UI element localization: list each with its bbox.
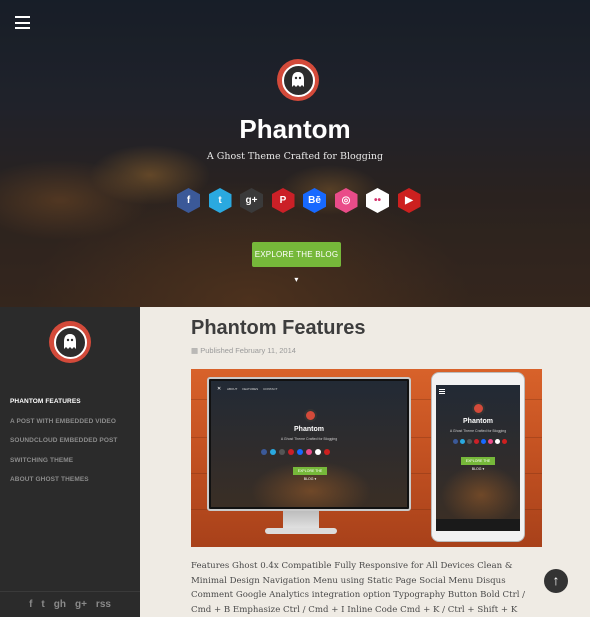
scroll-to-top-icon[interactable]: ↑ [544, 569, 568, 593]
phone-mockup: Phantom A Ghost Theme Crafted for Bloggi… [431, 372, 525, 542]
sidebar-social-links: f t gh g+ rss [0, 591, 140, 617]
facebook-icon[interactable]: f [177, 188, 200, 213]
main-content: Phantom Features ▦ Published February 11… [140, 307, 590, 617]
sidebar-nav: PHANTOM FEATURES A POST WITH EMBEDDED VI… [10, 398, 118, 496]
phone-social [453, 439, 507, 444]
sidebar-item-embedded-video[interactable]: A POST WITH EMBEDDED VIDEO [10, 418, 118, 438]
calendar-icon: ▦ [191, 346, 199, 355]
sidebar-item-soundcloud[interactable]: SOUNDCLOUD EMBEDDED POST [10, 437, 118, 457]
desktop-mockup: ✕ ABOUT FEATURES CONTACT Phantom A Ghost… [207, 377, 411, 511]
social-links: f t g+ P Bē ◎ •• ▶ [177, 188, 421, 213]
site-title: Phantom [239, 114, 351, 144]
google-plus-icon[interactable]: g+ [240, 188, 263, 213]
phone-title: Phantom [463, 418, 493, 425]
post-feature-image: ✕ ABOUT FEATURES CONTACT Phantom A Ghost… [191, 369, 542, 547]
flickr-icon[interactable]: •• [366, 188, 389, 213]
github-icon[interactable]: gh [54, 599, 66, 610]
sidebar-item-switching-theme[interactable]: SWITCHING THEME [10, 457, 118, 477]
sidebar-item-phantom-features[interactable]: PHANTOM FEATURES [10, 398, 118, 418]
explore-blog-button[interactable]: EXPLORE THE BLOG ▾ [252, 242, 341, 284]
mockup-social [261, 449, 330, 455]
monitor-base [265, 528, 337, 534]
close-icon: ✕ [217, 386, 222, 392]
post-date: ▦ Published February 11, 2014 [191, 346, 296, 355]
pinterest-icon[interactable]: P [271, 188, 295, 213]
phone-subtitle: A Ghost Theme Crafted for Blogging [449, 429, 507, 433]
twitter-icon[interactable]: t [208, 188, 232, 213]
phone-logo-icon [472, 402, 485, 415]
sidebar-item-about-ghost[interactable]: ABOUT GHOST THEMES [10, 476, 118, 496]
post-title[interactable]: Phantom Features [191, 317, 365, 340]
dribbble-icon[interactable]: ◎ [334, 188, 358, 213]
mockup-title: Phantom [294, 426, 324, 433]
mockup-subtitle: A Ghost Theme Crafted for Blogging [280, 437, 338, 441]
mockup-nav-about: ABOUT [227, 387, 238, 391]
sidebar: PHANTOM FEATURES A POST WITH EMBEDDED VI… [0, 307, 140, 617]
mockup-logo-icon [304, 409, 317, 422]
mockup-nav-contact: CONTACT [263, 387, 278, 391]
twitter-icon[interactable]: t [41, 599, 44, 610]
post-excerpt: Features Ghost 0.4x Compatible Fully Res… [191, 561, 526, 615]
mockup-explore-button: EXPLORE THE BLOG ▾ [293, 467, 327, 481]
hero-header: Phantom A Ghost Theme Crafted for Bloggi… [0, 0, 590, 307]
menu-icon[interactable] [15, 16, 30, 29]
ghost-logo-icon[interactable] [277, 59, 319, 101]
facebook-icon[interactable]: f [29, 599, 32, 610]
mockup-nav-features: FEATURES [242, 387, 259, 391]
rss-icon[interactable]: rss [96, 599, 111, 610]
sidebar-logo-icon[interactable] [49, 321, 91, 363]
google-plus-icon[interactable]: g+ [75, 599, 87, 610]
youtube-icon[interactable]: ▶ [397, 188, 421, 213]
phone-explore-button: EXPLORE THE BLOG ▾ [461, 457, 495, 471]
site-tagline: A Ghost Theme Crafted for Blogging [206, 151, 384, 162]
behance-icon[interactable]: Bē [303, 188, 326, 213]
